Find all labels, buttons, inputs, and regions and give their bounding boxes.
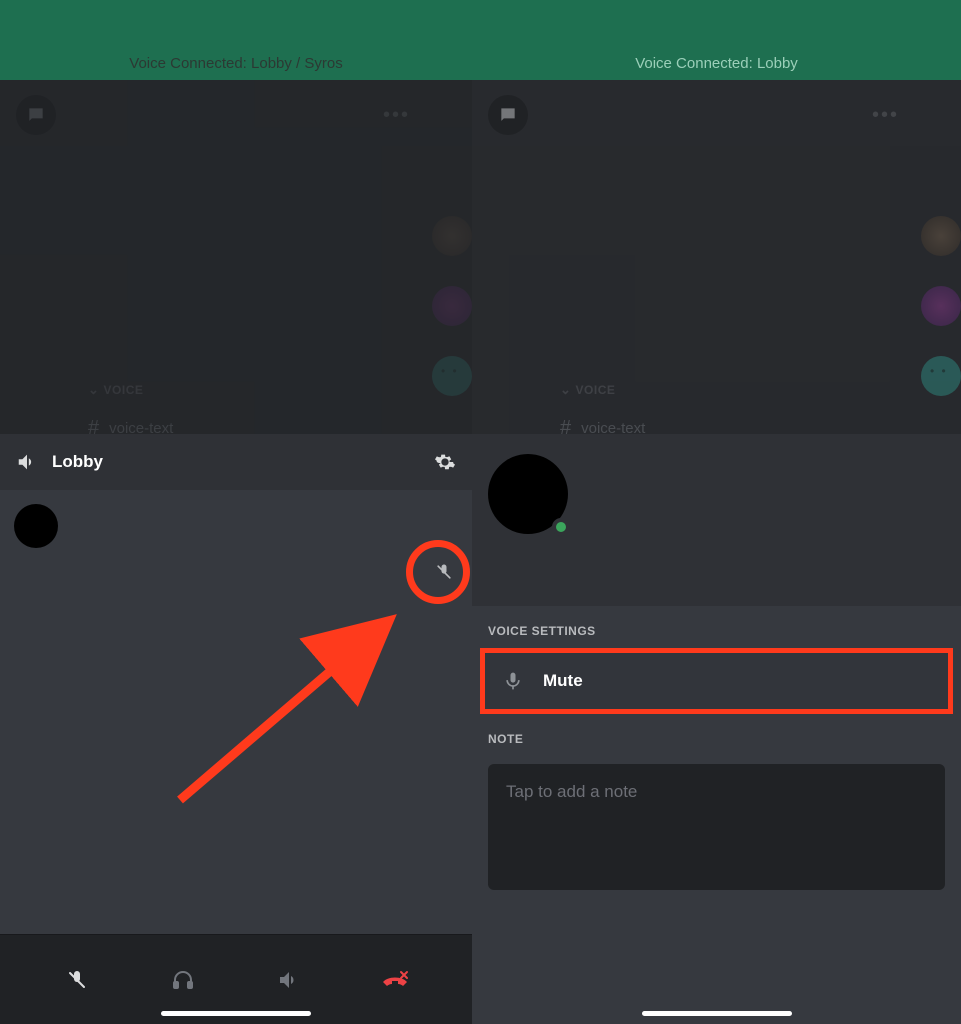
channel-body: VOICE # voice-text Lobby xyxy=(472,146,961,434)
mic-muted-icon[interactable] xyxy=(434,562,454,582)
avatar[interactable] xyxy=(921,216,961,256)
category-voice[interactable]: VOICE xyxy=(560,382,913,398)
speaker-icon xyxy=(16,451,38,473)
mute-row[interactable]: Mute xyxy=(485,653,948,709)
gear-icon[interactable] xyxy=(434,451,456,473)
background-dim-right: Voice Connected: Lobby ••• VOICE # voice… xyxy=(472,0,961,434)
voice-connected-text: Voice Connected: Lobby / Syros xyxy=(129,55,342,72)
voice-settings-label: VOICE SETTINGS xyxy=(472,606,961,648)
avatar[interactable] xyxy=(432,356,472,396)
background-dim-left: Voice Connected: Lobby / Syros ••• VOICE… xyxy=(0,0,472,434)
home-indicator xyxy=(161,1011,311,1016)
hangup-icon xyxy=(381,968,409,992)
voice-connected-banner: Voice Connected: Lobby xyxy=(472,0,961,80)
speaker-icon xyxy=(277,968,301,992)
voice-connected-banner: Voice Connected: Lobby / Syros xyxy=(0,0,472,80)
chat-icon xyxy=(498,105,518,125)
note-placeholder: Tap to add a note xyxy=(506,782,637,801)
home-indicator xyxy=(642,1011,792,1016)
mic-muted-icon xyxy=(65,968,89,992)
more-icon[interactable]: ••• xyxy=(872,104,899,127)
headphones-icon xyxy=(171,968,195,992)
channel-header: ••• xyxy=(472,80,961,146)
voice-panel-header: Lobby xyxy=(0,434,472,490)
user-profile-sheet: VOICE SETTINGS Mute NOTE Tap to add a no… xyxy=(472,434,961,1024)
avatar[interactable] xyxy=(432,216,472,256)
mute-label: Mute xyxy=(543,671,583,691)
member-avatars xyxy=(921,216,961,426)
voice-footer xyxy=(0,934,472,1024)
status-online-dot xyxy=(552,518,570,536)
chat-button[interactable] xyxy=(16,95,56,135)
voice-panel-body xyxy=(0,490,472,934)
channel-header: ••• xyxy=(0,80,472,146)
avatar[interactable] xyxy=(921,286,961,326)
annotation-arrow xyxy=(160,600,440,820)
speaker-toggle-button[interactable] xyxy=(261,968,317,992)
avatar[interactable] xyxy=(432,286,472,326)
voice-panel-sheet: Lobby xyxy=(0,434,472,1024)
avatar[interactable] xyxy=(921,356,961,396)
member-avatars xyxy=(432,216,472,426)
profile-header xyxy=(472,434,961,606)
disconnect-button[interactable] xyxy=(367,968,423,992)
mute-toggle-button[interactable] xyxy=(49,968,105,992)
chat-button[interactable] xyxy=(488,95,528,135)
note-label: NOTE xyxy=(472,714,961,756)
self-avatar[interactable] xyxy=(14,504,58,548)
screenshot-right: Voice Connected: Lobby ••• VOICE # voice… xyxy=(472,0,961,1024)
category-voice[interactable]: VOICE xyxy=(88,382,424,398)
mic-icon xyxy=(503,670,523,692)
voice-panel-title: Lobby xyxy=(52,452,420,472)
deafen-toggle-button[interactable] xyxy=(155,968,211,992)
voice-connected-text: Voice Connected: Lobby xyxy=(635,55,798,72)
annotation-rect: Mute xyxy=(480,648,953,714)
channel-body: VOICE # voice-text Lobby xyxy=(0,146,472,434)
note-input[interactable]: Tap to add a note xyxy=(488,764,945,890)
chat-icon xyxy=(26,105,46,125)
screenshot-left: Voice Connected: Lobby / Syros ••• VOICE… xyxy=(0,0,472,1024)
more-icon[interactable]: ••• xyxy=(383,104,410,127)
